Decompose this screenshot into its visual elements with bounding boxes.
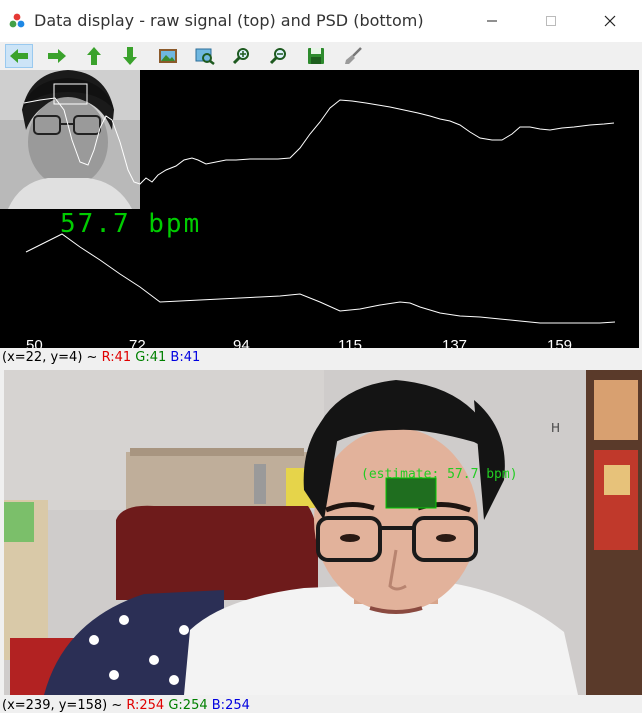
zoom-original-button[interactable] — [154, 44, 182, 68]
status-bar-bottom: (x=239, y=158) ~ R:254 G:254 B:254 — [2, 698, 250, 713]
cursor-position: (x=22, y=4) ~ — [2, 350, 98, 365]
maximize-button[interactable] — [528, 8, 574, 34]
blue-value: B:254 — [211, 698, 250, 713]
zoom-fit-button[interactable] — [191, 44, 219, 68]
x-tick-label: 159 — [547, 337, 572, 348]
close-icon — [604, 15, 616, 27]
blue-value: B:41 — [170, 350, 201, 365]
zoom-fit-icon — [195, 48, 215, 65]
opencv-window-icon — [9, 13, 25, 29]
maximize-icon — [546, 16, 556, 26]
green-value: G:41 — [135, 350, 167, 365]
pan-up-button[interactable] — [80, 44, 108, 68]
x-tick-label: 115 — [338, 337, 362, 348]
zoom-out-button[interactable] — [265, 44, 293, 68]
properties-button[interactable] — [339, 44, 367, 68]
brush-icon — [345, 47, 362, 64]
minimize-icon — [487, 20, 497, 22]
pan-down-button[interactable] — [116, 44, 144, 68]
green-value: G:254 — [168, 698, 208, 713]
corner-mark: H — [551, 421, 560, 435]
signal-psd-canvas[interactable]: 57.7 bpm 50 72 94 115 137 159 — [0, 70, 639, 354]
x-tick-label: 94 — [233, 337, 250, 348]
close-button[interactable] — [587, 8, 633, 34]
pan-right-button[interactable] — [43, 44, 71, 68]
window-title: Data display - raw signal (top) and PSD … — [34, 11, 424, 30]
arrow-right-icon — [48, 49, 66, 63]
arrow-left-icon — [10, 49, 28, 63]
x-tick-label: 137 — [442, 337, 467, 348]
psd-trace — [25, 233, 616, 324]
minimize-button[interactable] — [469, 8, 515, 34]
x-tick-label: 50 — [26, 337, 43, 348]
zoom-in-icon — [232, 48, 249, 65]
zoom-out-icon — [269, 48, 286, 65]
bpm-readout: 57.7 bpm — [60, 209, 201, 239]
save-icon — [308, 48, 324, 64]
save-button[interactable] — [302, 44, 330, 68]
forehead-roi-box — [385, 477, 437, 509]
x-axis-ticks: 50 72 94 115 137 159 — [26, 337, 572, 354]
status-bar-top: (x=22, y=4) ~ R:41 G:41 B:41 — [2, 350, 200, 365]
camera-feed[interactable]: (estimate: 57.7 bpm) H — [4, 370, 642, 695]
picture-icon — [159, 49, 177, 63]
arrow-up-icon — [87, 47, 101, 65]
zoom-in-button[interactable] — [228, 44, 256, 68]
red-value: R:254 — [126, 698, 165, 713]
pan-left-button[interactable] — [5, 44, 33, 68]
camera-image — [4, 370, 642, 695]
estimate-label: (estimate: 57.7 bpm) — [361, 467, 518, 482]
x-tick-label: 72 — [129, 337, 146, 348]
arrow-down-icon — [123, 47, 137, 65]
cursor-position: (x=239, y=158) ~ — [2, 698, 123, 713]
red-value: R:41 — [101, 350, 132, 365]
